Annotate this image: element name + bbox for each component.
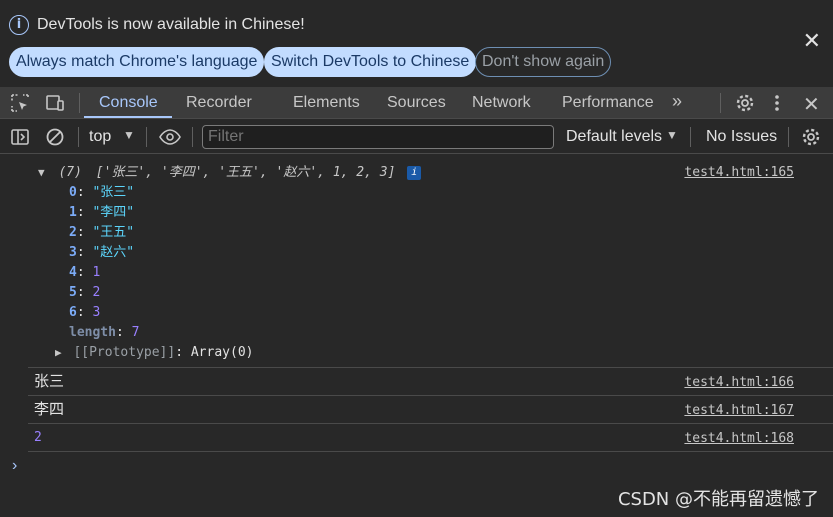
tab-console[interactable]: Console <box>99 94 158 112</box>
console-output: ▼ (7) ['张三', '李四', '王五', '赵六', 1, 2, 3] … <box>0 155 833 517</box>
divider <box>720 93 721 113</box>
expand-triangle-icon[interactable]: ▼ <box>38 166 45 179</box>
log-number: 2 <box>34 430 42 445</box>
log-divider <box>28 367 833 368</box>
console-prompt-input[interactable]: › <box>12 457 17 475</box>
console-toolbar: top ▼ Default levels ▼ No Issues <box>0 120 833 154</box>
tab-performance[interactable]: Performance <box>562 94 654 112</box>
clear-console-icon[interactable] <box>45 127 65 152</box>
device-toolbar-icon[interactable] <box>45 93 65 118</box>
source-link[interactable]: test4.html:165 <box>684 164 794 182</box>
log-divider <box>28 395 833 396</box>
info-badge-icon[interactable]: i <box>407 165 422 180</box>
array-length-tag: (7) <box>58 165 82 180</box>
tab-elements[interactable]: Elements <box>293 94 360 112</box>
switch-to-chinese-button[interactable]: Switch DevTools to Chinese <box>264 47 477 77</box>
divider <box>192 127 193 147</box>
divider <box>690 127 691 147</box>
array-entry: 4: 1 <box>69 265 101 280</box>
log-divider <box>28 451 833 452</box>
always-match-language-button[interactable]: Always match Chrome's language <box>9 47 265 77</box>
infobar-message: DevTools is now available in Chinese! <box>37 16 305 33</box>
array-entry: 3: "赵六" <box>69 245 135 260</box>
array-entry: 6: 3 <box>69 305 101 320</box>
more-tabs-icon[interactable]: » <box>672 92 682 110</box>
array-entry: 5: 2 <box>69 285 101 300</box>
array-log-entry[interactable]: ▼ (7) ['张三', '李四', '王五', '赵六', 1, 2, 3] … <box>38 164 422 182</box>
devtools-tabbar: Console Recorder Elements Sources Networ… <box>0 87 833 119</box>
log-levels-dropdown[interactable]: Default levels <box>566 128 662 146</box>
active-tab-indicator <box>84 116 172 118</box>
sidebar-toggle-icon[interactable] <box>10 127 30 152</box>
tab-recorder[interactable]: Recorder <box>186 94 252 112</box>
array-entry: 2: "王五" <box>69 225 135 240</box>
array-preview: ['张三', '李四', '王五', '赵六', 1, 2, 3] <box>95 165 396 180</box>
source-link[interactable]: test4.html:166 <box>684 374 794 392</box>
log-message: 李四 <box>34 400 65 418</box>
watermark: CSDN @不能再留遗憾了 <box>617 489 819 510</box>
close-devtools-icon[interactable]: ✕ <box>803 92 820 117</box>
chevron-down-icon[interactable]: ▼ <box>666 128 678 142</box>
more-options-icon[interactable] <box>772 93 782 118</box>
console-settings-gear-icon[interactable] <box>801 127 821 152</box>
issues-counter[interactable]: No Issues <box>706 128 777 146</box>
divider <box>79 93 80 113</box>
array-entry: 1: "李四" <box>69 205 135 220</box>
array-entry: 0: "张三" <box>69 185 135 200</box>
close-icon[interactable]: ✕ <box>803 30 821 52</box>
divider <box>146 127 147 147</box>
tab-network[interactable]: Network <box>472 94 531 112</box>
filter-input[interactable] <box>202 125 554 149</box>
inspect-element-icon[interactable] <box>10 93 30 118</box>
divider <box>788 127 789 147</box>
chevron-down-icon[interactable]: ▼ <box>123 128 135 142</box>
source-link[interactable]: test4.html:167 <box>684 402 794 420</box>
settings-gear-icon[interactable] <box>735 93 755 118</box>
divider <box>78 127 79 147</box>
dont-show-again-button[interactable]: Don't show again <box>475 47 612 77</box>
log-message: 张三 <box>34 372 65 390</box>
context-selector[interactable]: top <box>89 128 111 146</box>
tab-sources[interactable]: Sources <box>387 94 446 112</box>
info-icon: i <box>9 15 29 35</box>
expand-triangle-icon[interactable]: ▶ <box>55 346 62 359</box>
log-divider <box>28 423 833 424</box>
language-infobar: i DevTools is now available in Chinese! … <box>0 0 833 87</box>
prototype-entry[interactable]: ▶ [[Prototype]]: Array(0) <box>55 344 253 362</box>
source-link[interactable]: test4.html:168 <box>684 430 794 448</box>
live-expression-eye-icon[interactable] <box>158 127 182 152</box>
array-length-entry: length: 7 <box>69 325 140 340</box>
